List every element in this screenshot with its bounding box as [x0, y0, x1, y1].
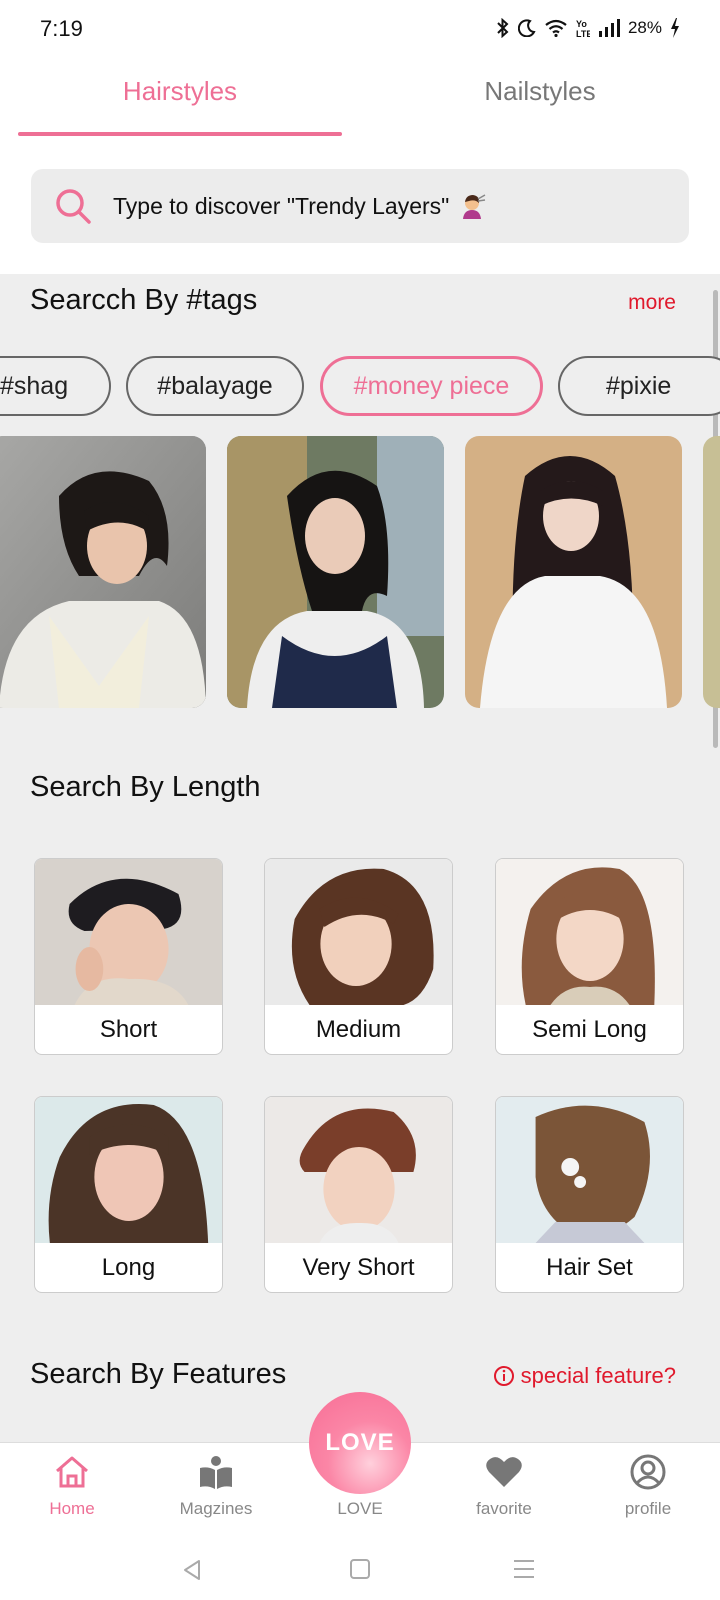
- tags-more-link[interactable]: more: [628, 291, 676, 315]
- length-label-long: Long: [101, 1254, 156, 1281]
- search-icon: [56, 189, 91, 224]
- battery-icon: [671, 18, 679, 38]
- length-card-medium[interactable]: Medium: [264, 858, 453, 1055]
- length-section-title: Search By Length: [30, 771, 261, 803]
- haircut-woman-emoji: [462, 194, 486, 219]
- tag-photo-1[interactable]: [0, 436, 206, 708]
- heart-icon: [486, 1457, 522, 1487]
- tag-photo-2[interactable]: [227, 436, 444, 708]
- nav-magazines-label: Magzines: [179, 1499, 253, 1518]
- home-icon: [56, 1456, 88, 1488]
- tag-photo-4[interactable]: [703, 436, 720, 708]
- active-tab-indicator: [18, 132, 342, 136]
- status-bar: 7:19 Yo LTE 28%: [0, 0, 720, 60]
- features-section-title: Search By Features: [30, 1358, 287, 1390]
- nav-magazines[interactable]: Magzines: [144, 1443, 288, 1543]
- nav-home-label: Home: [49, 1499, 95, 1518]
- tag-chip-shag[interactable]: #shag: [0, 356, 111, 416]
- nav-profile[interactable]: profile: [576, 1443, 720, 1543]
- main-content[interactable]: Searcch By #tags more #shag #balayage #m…: [0, 274, 720, 1442]
- book-icon: [200, 1456, 232, 1489]
- search-placeholder: Type to discover "Trendy Layers": [113, 193, 486, 220]
- length-card-short[interactable]: Short: [34, 858, 223, 1055]
- length-card-semi-long[interactable]: Semi Long: [495, 858, 684, 1055]
- search-input[interactable]: Type to discover "Trendy Layers": [31, 169, 689, 243]
- status-time: 7:19: [40, 16, 83, 41]
- length-label-short: Short: [99, 1016, 158, 1043]
- length-card-hair-set[interactable]: Hair Set: [495, 1096, 684, 1293]
- nav-home[interactable]: Home: [0, 1443, 144, 1543]
- tag-chip-money-piece[interactable]: #money piece: [320, 356, 543, 416]
- length-card-very-short[interactable]: Very Short: [264, 1096, 453, 1293]
- length-label-semi-long: Semi Long: [532, 1016, 647, 1043]
- length-label-very-short: Very Short: [302, 1254, 415, 1281]
- profile-icon: [630, 1454, 666, 1490]
- home-button-icon[interactable]: [349, 1558, 371, 1580]
- length-label-medium: Medium: [315, 1016, 402, 1043]
- tags-section-title: Searcch By #tags: [30, 284, 258, 316]
- nav-profile-label: profile: [624, 1499, 672, 1518]
- info-icon: [493, 1366, 514, 1386]
- volte-icon: YoLTE: [576, 19, 590, 38]
- battery-percent: 28%: [627, 18, 662, 37]
- bluetooth-icon: [497, 18, 509, 38]
- status-icons: Yo LTE 28%: [496, 18, 680, 38]
- tab-hairstyles[interactable]: Hairstyles: [0, 76, 360, 107]
- length-label-hair-set: Hair Set: [546, 1254, 633, 1281]
- tab-nailstyles[interactable]: Nailstyles: [360, 76, 720, 107]
- nav-favorite-label: favorite: [476, 1499, 532, 1518]
- back-icon[interactable]: [180, 1558, 204, 1582]
- search-placeholder-text: Type to discover "Trendy Layers": [113, 193, 450, 219]
- moon-icon: [517, 19, 536, 37]
- tag-chip-pixie[interactable]: #pixie: [558, 356, 720, 416]
- recents-icon[interactable]: [512, 1558, 536, 1580]
- svg-text:LTE: LTE: [576, 29, 590, 38]
- special-feature-label: special feature?: [520, 1363, 676, 1388]
- length-card-long[interactable]: Long: [34, 1096, 223, 1293]
- love-button[interactable]: LOVE: [309, 1392, 411, 1494]
- nav-favorite[interactable]: favorite: [432, 1443, 576, 1543]
- system-nav-bar: [0, 1542, 720, 1600]
- nav-love-label: LOVE: [337, 1499, 383, 1518]
- tag-photo-3[interactable]: [465, 436, 682, 708]
- signal-icon: [598, 19, 620, 37]
- wifi-icon: [545, 19, 567, 37]
- special-feature-link[interactable]: special feature?: [493, 1363, 676, 1389]
- svg-text:Yo: Yo: [576, 19, 587, 29]
- top-tabs: Hairstyles Nailstyles: [0, 60, 720, 140]
- tag-chip-balayage[interactable]: #balayage: [126, 356, 304, 416]
